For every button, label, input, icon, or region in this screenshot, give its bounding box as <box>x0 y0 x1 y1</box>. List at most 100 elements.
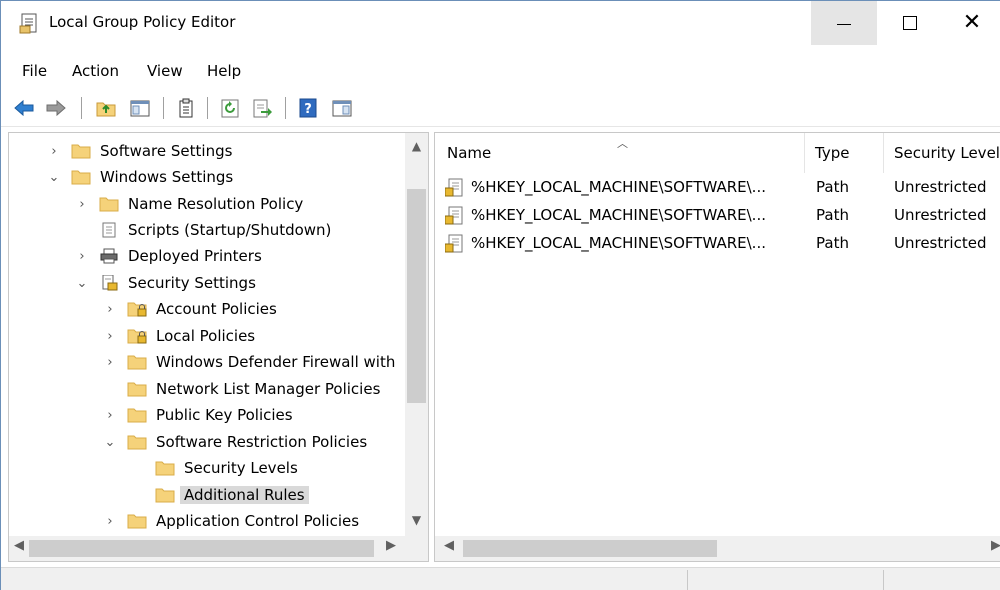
column-header-name[interactable]: Name <box>447 133 491 173</box>
folder-icon <box>155 488 175 503</box>
tree-item-software-settings[interactable]: › Software Settings <box>47 138 232 164</box>
chevron-right-icon[interactable]: › <box>75 249 89 264</box>
scroll-left-icon[interactable]: ◀ <box>444 538 454 553</box>
tree-item-label: Windows Defender Firewall with <box>156 353 396 371</box>
tree-item-windows-defender-firewall[interactable]: › Windows Defender Firewall with <box>103 349 395 375</box>
maximize-button[interactable] <box>877 1 943 45</box>
chevron-down-icon[interactable]: ⌄ <box>47 170 61 185</box>
help-icon[interactable]: ? <box>297 98 319 118</box>
tree-scroll-thumb[interactable] <box>407 189 426 403</box>
tree-item-deployed-printers[interactable]: › Deployed Printers <box>75 243 262 269</box>
show-action-pane-icon[interactable] <box>331 98 353 118</box>
tree-item-label: Additional Rules <box>180 486 309 504</box>
chevron-down-icon[interactable]: ⌄ <box>103 435 117 450</box>
status-divider <box>687 570 688 590</box>
chevron-right-icon[interactable]: › <box>103 329 117 344</box>
path-rule-icon <box>445 206 463 225</box>
minimize-button[interactable] <box>811 1 877 45</box>
back-arrow-icon[interactable] <box>13 98 35 118</box>
up-folder-icon[interactable] <box>95 98 117 118</box>
tree-item-label: Deployed Printers <box>128 247 262 265</box>
column-header-security-level[interactable]: Security Level <box>894 133 1000 173</box>
chevron-right-icon[interactable]: › <box>75 197 89 212</box>
tree-item-application-control-policies[interactable]: › Application Control Policies <box>103 508 359 534</box>
folder-icon <box>155 461 175 476</box>
scroll-corner <box>405 536 428 561</box>
tree-item-public-key-policies[interactable]: › Public Key Policies <box>103 402 292 428</box>
tree-item-label: Network List Manager Policies <box>156 380 381 398</box>
chevron-right-icon[interactable]: › <box>103 514 117 529</box>
chevron-right-icon[interactable]: › <box>103 355 117 370</box>
column-divider[interactable] <box>804 133 805 173</box>
rule-type: Path <box>816 234 849 252</box>
menu-view[interactable]: View <box>147 62 183 80</box>
table-row[interactable]: %HKEY_LOCAL_MACHINE\SOFTWARE\... Path Un… <box>435 201 1000 229</box>
export-list-icon[interactable] <box>175 98 197 118</box>
close-button[interactable]: ✕ <box>943 1 1000 45</box>
column-header-type[interactable]: Type <box>815 133 849 173</box>
tree-item-account-policies[interactable]: › Account Policies <box>103 296 276 322</box>
details-horizontal-scrollbar[interactable]: ◀ ▶ <box>435 536 1000 561</box>
table-row[interactable]: %HKEY_LOCAL_MACHINE\SOFTWARE\... Path Un… <box>435 173 1000 201</box>
chevron-right-icon[interactable]: › <box>103 302 117 317</box>
svg-text:?: ? <box>304 102 312 117</box>
group-policy-editor-window: Local Group Policy Editor ✕ File Action … <box>0 0 1000 590</box>
column-divider[interactable] <box>883 133 884 173</box>
minimize-icon <box>837 23 851 25</box>
scroll-down-icon[interactable]: ▼ <box>405 513 428 527</box>
menu-file[interactable]: File <box>22 62 47 80</box>
scroll-right-icon[interactable]: ▶ <box>386 538 396 553</box>
tree-item-software-restriction-policies[interactable]: ⌄ Software Restriction Policies <box>103 429 368 455</box>
status-divider <box>883 570 884 590</box>
rule-name: %HKEY_LOCAL_MACHINE\SOFTWARE\... <box>471 234 766 252</box>
tree-horizontal-scrollbar[interactable]: ◀ ▶ <box>9 536 405 561</box>
chevron-right-icon[interactable]: › <box>103 408 117 423</box>
tree-item-local-policies[interactable]: › Local Policies <box>103 323 255 349</box>
menu-action[interactable]: Action <box>72 62 119 80</box>
scroll-left-icon[interactable]: ◀ <box>14 538 24 553</box>
toolbar-separator <box>285 97 286 119</box>
rule-name: %HKEY_LOCAL_MACHINE\SOFTWARE\... <box>471 206 766 224</box>
tree-item-label: Application Control Policies <box>156 512 360 530</box>
details-pane[interactable]: ︿ Name Type Security Level %HKEY_LOCAL_M… <box>434 132 1000 562</box>
tree-item-security-settings[interactable]: ⌄ Security Settings <box>75 270 256 296</box>
tree-item-name-resolution-policy[interactable]: › Name Resolution Policy <box>75 191 303 217</box>
tree-item-label: Scripts (Startup/Shutdown) <box>128 221 332 239</box>
table-row[interactable]: %HKEY_LOCAL_MACHINE\SOFTWARE\... Path Un… <box>435 229 1000 257</box>
policy-editor-icon <box>19 13 37 34</box>
chevron-down-icon[interactable]: ⌄ <box>75 276 89 291</box>
title-bar: Local Group Policy Editor ✕ <box>1 1 1000 45</box>
menu-help[interactable]: Help <box>207 62 241 80</box>
export-icon[interactable] <box>251 98 273 118</box>
tree-item-additional-rules[interactable]: Additional Rules <box>131 482 309 508</box>
tree-item-label: Windows Settings <box>100 168 234 186</box>
rule-security-level: Unrestricted <box>894 234 987 252</box>
tree-item-label: Software Restriction Policies <box>156 433 368 451</box>
script-icon <box>102 222 116 238</box>
folder-icon <box>127 435 147 450</box>
details-hscroll-thumb[interactable] <box>463 540 717 557</box>
tree-item-windows-settings[interactable]: ⌄ Windows Settings <box>47 164 234 190</box>
tree-vertical-scrollbar[interactable]: ▲ ▼ <box>405 133 428 536</box>
tree-item-scripts[interactable]: Scripts (Startup/Shutdown) <box>75 217 331 243</box>
scroll-up-icon[interactable]: ▲ <box>405 139 428 153</box>
forward-arrow-icon[interactable] <box>45 98 67 118</box>
folder-icon <box>127 382 147 397</box>
scroll-right-icon[interactable]: ▶ <box>991 538 1000 553</box>
window-title: Local Group Policy Editor <box>49 13 236 31</box>
menu-bar: File Action View Help <box>1 59 1000 85</box>
tree-hscroll-thumb[interactable] <box>29 540 374 557</box>
locked-folder-icon <box>127 302 147 317</box>
toolbar: ? <box>1 89 1000 127</box>
tree-item-security-levels[interactable]: Security Levels <box>131 455 298 481</box>
rule-type: Path <box>816 206 849 224</box>
chevron-right-icon[interactable]: › <box>47 144 61 159</box>
rule-type: Path <box>816 178 849 196</box>
refresh-icon[interactable] <box>219 98 241 118</box>
path-rule-icon <box>445 178 463 197</box>
show-hide-tree-icon[interactable] <box>129 98 151 118</box>
tree-item-network-list-manager[interactable]: Network List Manager Policies <box>103 376 380 402</box>
tree-pane[interactable]: › Software Settings ⌄ Windows Settings ›… <box>8 132 429 562</box>
